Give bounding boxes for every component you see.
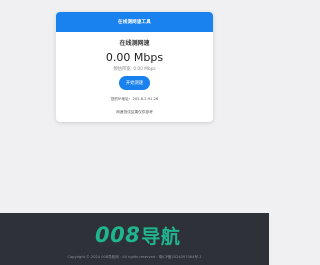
logo-digits: 008 [95,223,141,247]
speed-value: 0.00 Mbps [105,51,164,64]
start-test-button[interactable]: 开始测速 [119,76,150,90]
speed-test-card: 在线测网速工具 在线测网速 0.00 Mbps 预估带宽: 0.00 Mbps … [56,12,213,122]
disclaimer-note: 网速测试结果仅供参考 [116,110,153,114]
card-header: 在线测网速工具 [56,12,213,32]
ip-address: 您的IP地址：202.8.2.91.26 [110,97,159,101]
average-speed: 预估带宽: 0.00 Mbps [113,67,156,72]
site-logo[interactable]: 008 导航 [95,216,180,254]
copyright-line: Copyright © 2024 008导航网 · All rights res… [0,255,269,260]
icp-link[interactable]: 粤ICP备2024097064号-1 [159,255,202,259]
copyright-text: Copyright © 2024 008导航网 · All rights res… [67,255,158,259]
footer: 008 导航 Copyright © 2024 008导航网 · All rig… [0,213,269,265]
card-title: 在线测网速 [119,40,150,47]
logo-text: 导航 [141,225,181,248]
